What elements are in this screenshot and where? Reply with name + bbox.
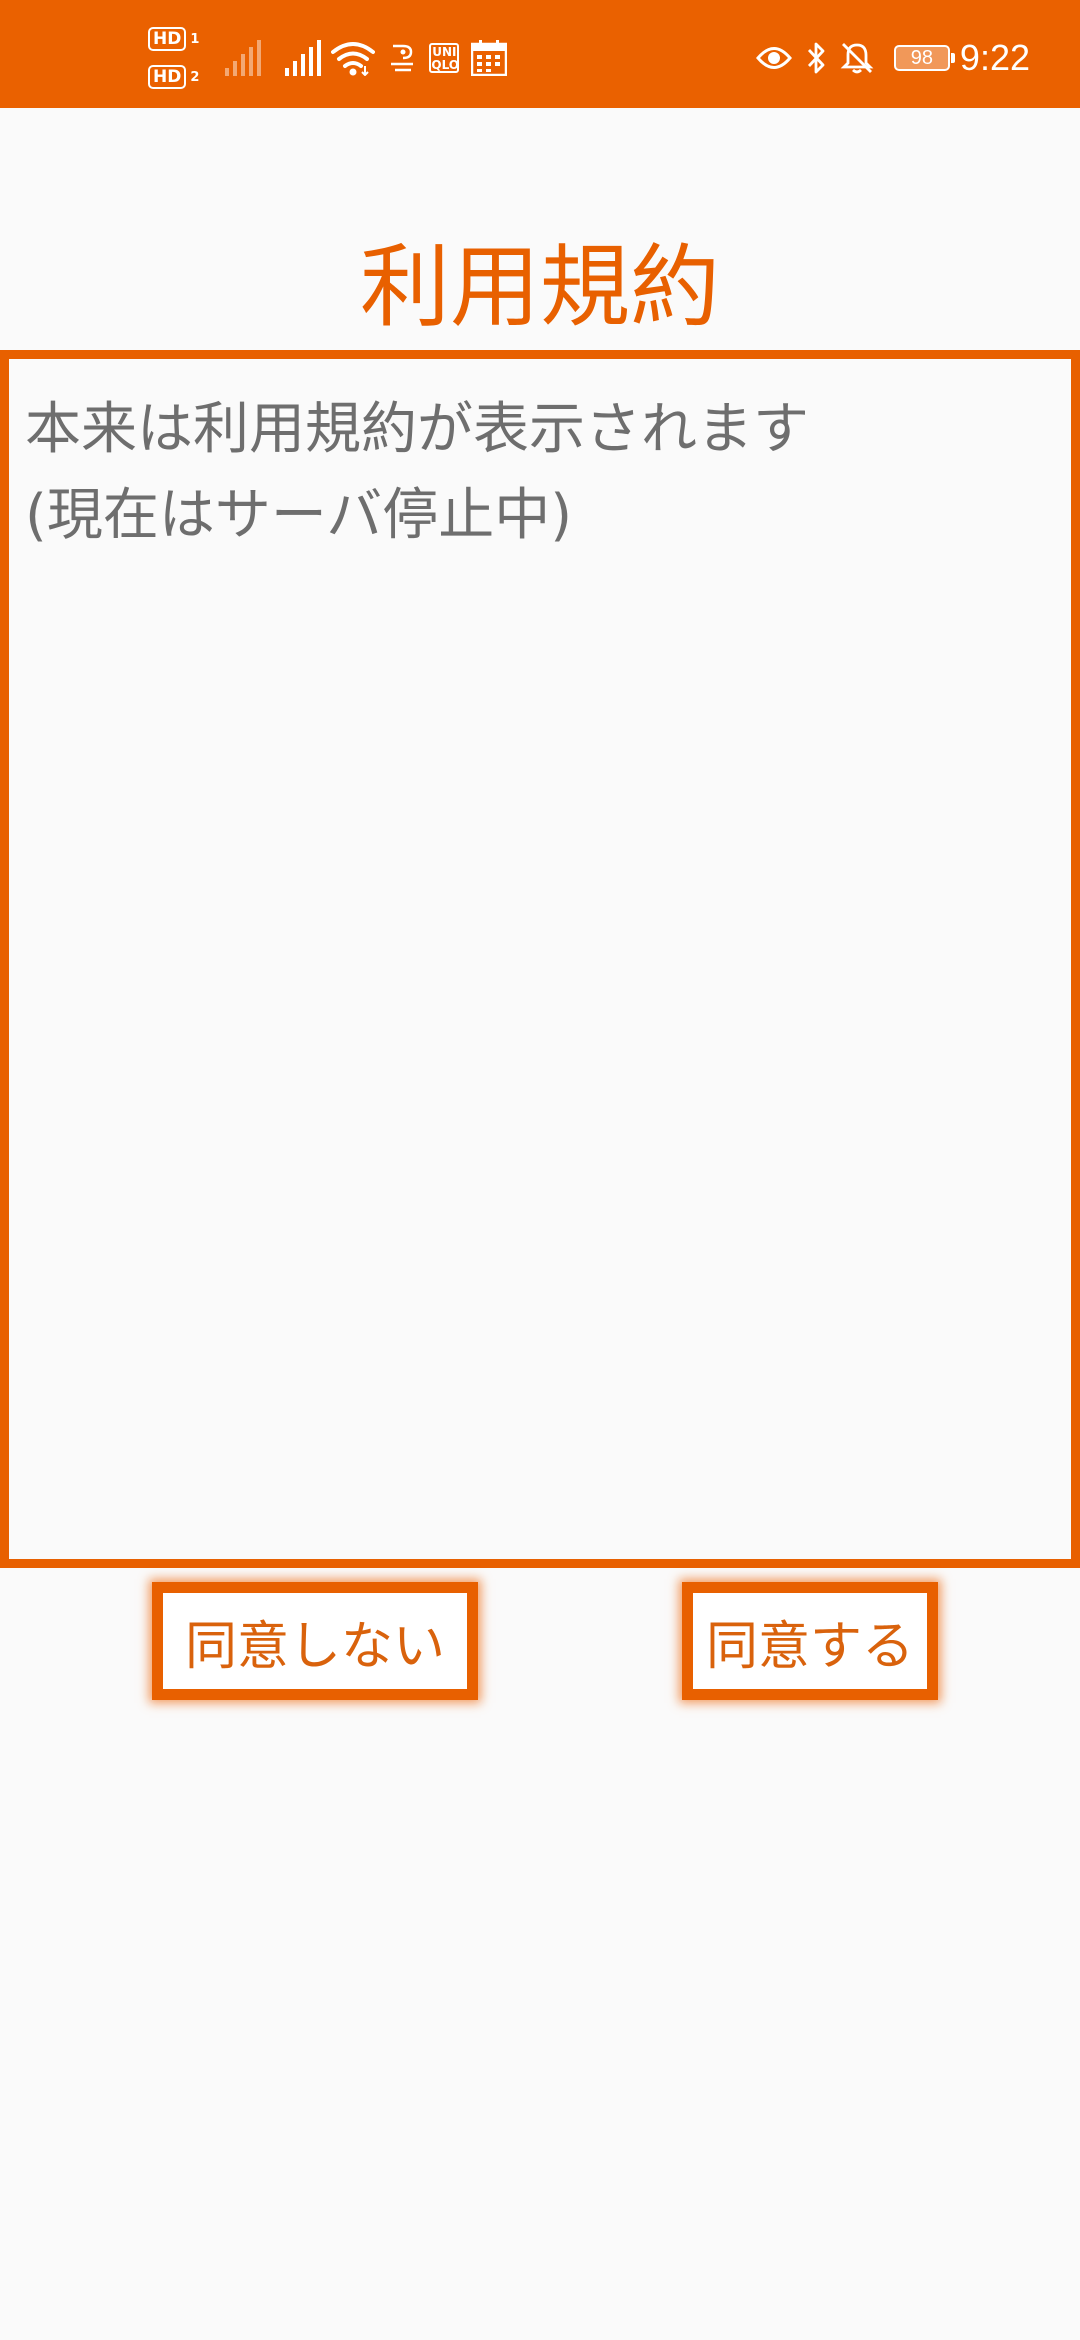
bell-off-icon [840, 43, 874, 74]
battery-icon: 98 [893, 45, 955, 71]
uniqlo-icon: UNI QLO [429, 43, 460, 73]
nfc-icon [391, 44, 414, 72]
wifi-icon [331, 42, 376, 76]
calendar-icon [471, 40, 508, 76]
terms-line-2: (現在はサーバ停止中) [25, 483, 573, 548]
status-bar-left: HD 1 HD 2 UNI QLO [148, 27, 508, 89]
sim-indicators: HD 1 HD 2 [148, 27, 199, 89]
status-bar-right: 98 9:22 [742, 30, 1030, 86]
disagree-button[interactable]: 同意しない [152, 1582, 478, 1700]
hd-badge: HD [148, 27, 187, 51]
clock: 9:22 [959, 37, 1030, 78]
signal-weak-icon [225, 40, 262, 76]
signal-icon [285, 40, 322, 76]
page-title: 利用規約 [360, 235, 720, 340]
sim-indicator-1: HD 1 [148, 27, 199, 51]
sim-slot-number: 2 [190, 69, 200, 85]
eye-icon [755, 47, 792, 69]
status-bar: HD 1 HD 2 UNI QLO 98 9:22 [0, 0, 1080, 108]
hd-badge: HD [148, 65, 187, 89]
bluetooth-icon [807, 42, 825, 74]
terms-body-text: 本来は利用規約が表示されます (現在はサーバ停止中) [25, 387, 809, 559]
sim-slot-number: 1 [190, 31, 200, 47]
terms-content-box[interactable]: 本来は利用規約が表示されます (現在はサーバ停止中) [0, 350, 1080, 1568]
sim-indicator-2: HD 2 [148, 65, 199, 89]
battery-level: 98 [910, 47, 934, 69]
agree-button[interactable]: 同意する [682, 1582, 938, 1700]
terms-line-1: 本来は利用規約が表示されます [25, 397, 809, 462]
